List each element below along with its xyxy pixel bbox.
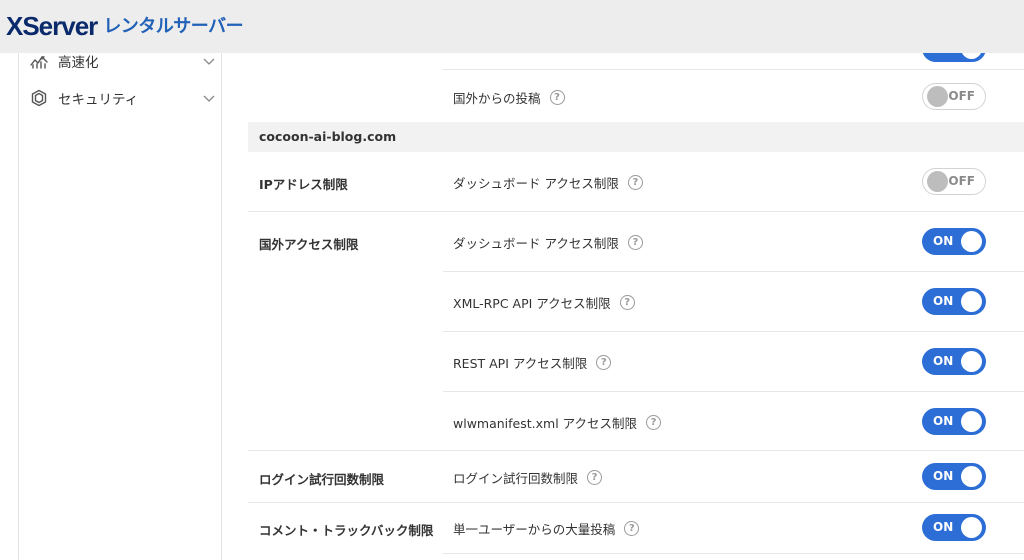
speed-icon [30, 52, 48, 70]
row-divider [443, 331, 1024, 332]
setting-label-text: 単一ユーザーからの大量投稿 [453, 522, 616, 537]
setting-label-text: ダッシュボード アクセス制限 [453, 176, 619, 191]
help-icon[interactable]: ? [627, 235, 643, 250]
setting-label: wlwmanifest.xml アクセス制限 ? [453, 413, 662, 432]
section-divider [248, 450, 1024, 451]
logo-service-text: レンタルサーバー [103, 16, 244, 37]
sidebar: 高速化 セキュリティ [18, 53, 222, 560]
app-header: XServer レンタルサーバー [0, 0, 1024, 53]
toggle-switch[interactable]: ON [922, 288, 986, 315]
sidebar-item-speed[interactable]: 高速化 [30, 51, 216, 71]
setting-label-text: wlwmanifest.xml アクセス制限 [453, 416, 638, 431]
toggle-knob [961, 53, 982, 59]
setting-label: ログイン試行回数制限 ? [453, 468, 603, 487]
toggle-knob [961, 231, 982, 252]
setting-label: ダッシュボード アクセス制限 ? [453, 233, 643, 252]
help-icon[interactable]: ? [646, 415, 662, 430]
setting-label: ダッシュボード アクセス制限 ? [453, 173, 643, 192]
help-icon[interactable]: ? [624, 521, 640, 536]
row-divider [443, 271, 1024, 272]
toggle-knob [961, 466, 982, 487]
logo-brand-text: XServer [6, 11, 98, 41]
toggle-switch[interactable] [922, 53, 986, 62]
xserver-logo[interactable]: XServer レンタルサーバー [6, 11, 244, 41]
toggle-switch[interactable]: ON [922, 514, 986, 541]
toggle-state: ON [933, 520, 954, 534]
toggle-knob [927, 86, 948, 107]
help-icon[interactable]: ? [549, 90, 565, 105]
group-title: コメント・トラックバック制限 [259, 523, 434, 538]
security-settings-panel: 国外からの投稿 ? OFF cocoon-ai-blog.com IPアドレス制… [248, 53, 1024, 560]
sidebar-item-label: 高速化 [58, 55, 99, 71]
setting-label-text: 国外からの投稿 [453, 91, 541, 106]
toggle-knob [927, 171, 948, 192]
toggle-knob [961, 411, 982, 432]
setting-label-text: XML-RPC API アクセス制限 [453, 296, 611, 311]
section-divider [248, 211, 1024, 212]
row-divider [443, 69, 1024, 70]
setting-label: XML-RPC API アクセス制限 ? [453, 293, 635, 312]
help-icon[interactable]: ? [596, 355, 612, 370]
setting-label: REST API アクセス制限 ? [453, 353, 612, 372]
setting-label-text: REST API アクセス制限 [453, 356, 588, 371]
toggle-switch[interactable]: OFF [922, 168, 986, 195]
toggle-knob [961, 517, 982, 538]
toggle-switch[interactable]: ON [922, 408, 986, 435]
toggle-state: ON [933, 354, 954, 368]
toggle-knob [961, 291, 982, 312]
toggle-state: ON [933, 234, 954, 248]
group-title: 国外アクセス制限 [259, 237, 359, 252]
toggle-state: OFF [948, 174, 975, 188]
setting-label-text: ダッシュボード アクセス制限 [453, 236, 619, 251]
setting-label: 単一ユーザーからの大量投稿 ? [453, 519, 640, 538]
toggle-knob [961, 351, 982, 372]
shield-icon [30, 89, 48, 107]
row-divider [443, 391, 1024, 392]
toggle-state: ON [933, 414, 954, 428]
help-icon[interactable]: ? [627, 175, 643, 190]
setting-label-text: ログイン試行回数制限 [453, 471, 579, 486]
row-divider [443, 553, 1024, 554]
help-icon[interactable]: ? [619, 295, 635, 310]
toggle-state: OFF [948, 89, 975, 103]
sidebar-item-security[interactable]: セキュリティ [30, 88, 216, 108]
toggle-switch[interactable]: ON [922, 463, 986, 490]
toggle-state: ON [933, 469, 954, 483]
toggle-state: ON [933, 294, 954, 308]
toggle-switch[interactable]: OFF [922, 83, 986, 110]
section-divider [248, 502, 1024, 503]
toggle-switch[interactable]: ON [922, 348, 986, 375]
group-title: ログイン試行回数制限 [259, 472, 385, 487]
chevron-down-icon[interactable] [202, 91, 216, 105]
toggle-switch[interactable]: ON [922, 228, 986, 255]
sidebar-item-label: セキュリティ [58, 92, 139, 108]
domain-header: cocoon-ai-blog.com [248, 122, 1024, 152]
setting-label: 国外からの投稿 ? [453, 88, 565, 107]
domain-name: cocoon-ai-blog.com [259, 129, 397, 144]
chevron-down-icon[interactable] [202, 54, 216, 68]
group-title: IPアドレス制限 [259, 177, 348, 192]
help-icon[interactable]: ? [587, 470, 603, 485]
